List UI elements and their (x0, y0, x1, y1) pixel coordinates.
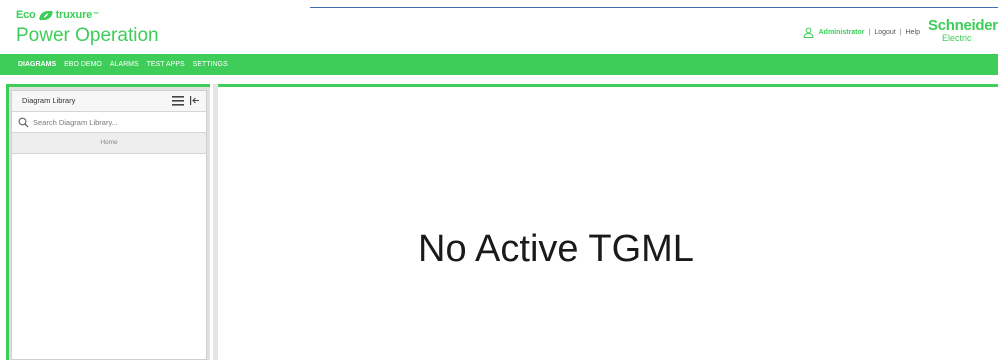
product-name: Power Operation (16, 25, 159, 46)
library-title: Diagram Library (22, 96, 76, 105)
nav-ebo-demo[interactable]: EBO DEMO (60, 54, 106, 75)
search-input[interactable] (33, 117, 193, 127)
search-icon (18, 117, 29, 127)
main-nav: DIAGRAMS EBO DEMO ALARMS TEST APPS SETTI… (0, 54, 998, 75)
menu-icon[interactable] (172, 96, 184, 106)
logo-text-left: Eco (16, 9, 36, 21)
nav-diagrams[interactable]: DIAGRAMS (0, 54, 60, 75)
user-area: Administrator | Logout | Help (803, 27, 920, 38)
logout-link[interactable]: Logout (874, 29, 895, 36)
ecostruxure-logo: Eco truxure ™ (16, 8, 159, 22)
separator: | (899, 29, 902, 36)
nav-test-apps[interactable]: TEST APPS (143, 54, 189, 75)
schneider-electric-logo: Schneider Electric (928, 19, 998, 45)
empty-state-message: No Active TGML (418, 228, 694, 270)
header-top-line (310, 7, 998, 8)
nav-alarms[interactable]: ALARMS (106, 54, 143, 75)
library-header: Diagram Library (12, 91, 206, 112)
search-row (12, 112, 206, 133)
vendor-sub: Electric (942, 33, 972, 43)
separator: | (868, 29, 871, 36)
logo-text-right: truxure (55, 9, 93, 21)
panel-accent-bar (9, 84, 210, 87)
breadcrumb-home[interactable]: Home (12, 133, 206, 154)
brand: Eco truxure ™ Power Operation (16, 8, 159, 47)
diagram-library-panel: Diagram Library Home (6, 84, 210, 360)
vendor-name: Schneider (928, 19, 998, 34)
app-window: Eco truxure ™ Power Operation Administra… (0, 0, 998, 360)
user-name[interactable]: Administrator (819, 29, 865, 36)
ecostruxure-swirl-icon (38, 10, 53, 20)
header: Eco truxure ™ Power Operation Administra… (0, 0, 998, 54)
user-icon (803, 27, 814, 38)
logo-trademark: ™ (93, 12, 99, 18)
diagram-viewer: No Active TGML (218, 87, 998, 360)
nav-settings[interactable]: SETTINGS (189, 54, 232, 75)
diagram-library: Diagram Library Home (11, 90, 207, 360)
help-link[interactable]: Help (906, 29, 920, 36)
collapse-left-icon[interactable] (189, 95, 200, 106)
